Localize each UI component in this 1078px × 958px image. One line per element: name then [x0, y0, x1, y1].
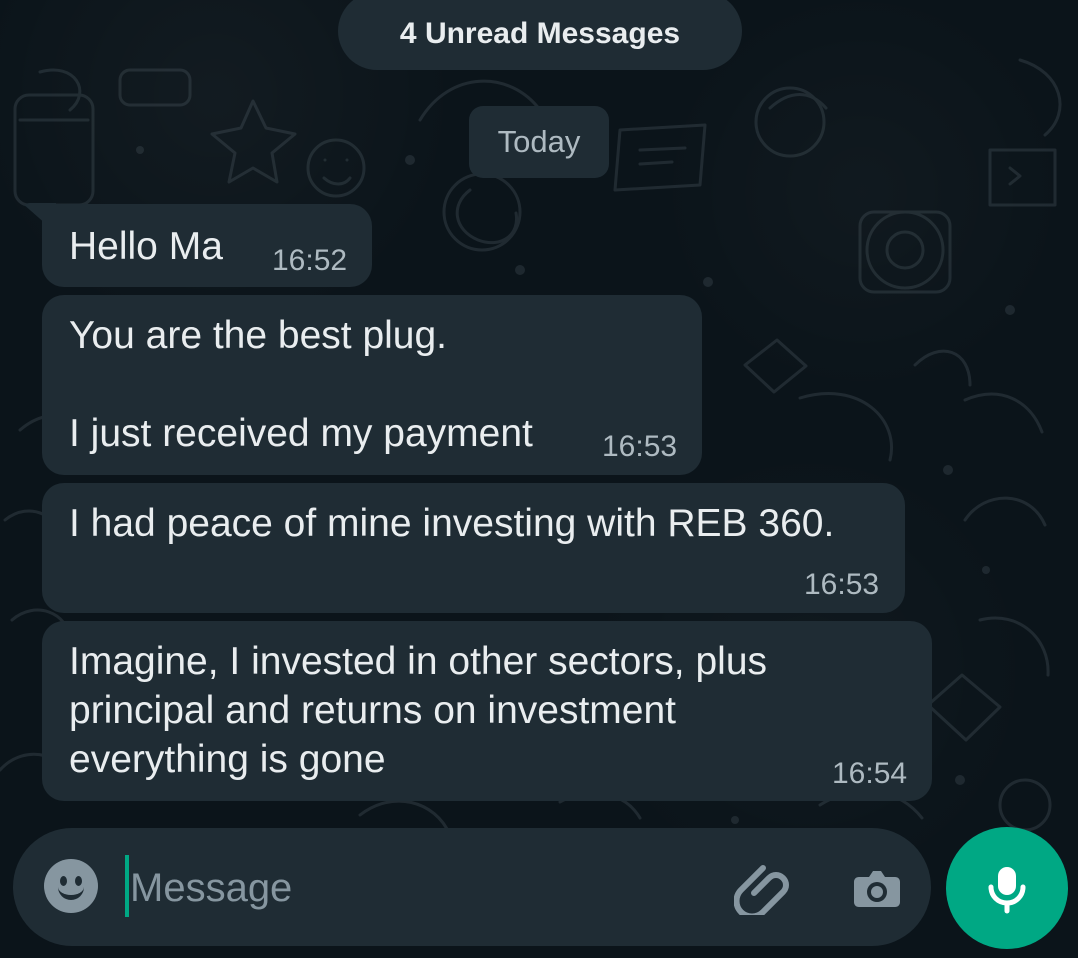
message-time: 16:53	[602, 430, 678, 463]
message-text: I had peace of mine investing with REB 3…	[69, 502, 835, 545]
message-bubble[interactable]: You are the best plug. I just received m…	[42, 295, 702, 475]
text-cursor	[125, 855, 129, 917]
camera-button[interactable]	[842, 852, 912, 922]
microphone-icon	[988, 867, 1026, 914]
message-time: 16:53	[804, 568, 880, 601]
unread-messages-indicator: 4 Unread Messages	[338, 0, 742, 70]
paperclip-icon	[734, 865, 789, 915]
message-composer	[13, 828, 931, 946]
message-input[interactable]	[130, 859, 650, 917]
emoji-icon[interactable]	[44, 859, 98, 913]
date-separator: Today	[469, 106, 609, 178]
voice-message-button[interactable]	[946, 827, 1068, 949]
message-bubble[interactable]: Hello Ma 16:52	[42, 204, 372, 287]
attachment-button[interactable]	[727, 852, 797, 922]
message-bubble[interactable]: Imagine, I invested in other sectors, pl…	[42, 621, 932, 801]
message-bubble[interactable]: I had peace of mine investing with REB 3…	[42, 483, 905, 613]
message-text: Hello Ma	[69, 225, 223, 268]
message-time: 16:52	[272, 244, 348, 277]
message-text: Imagine, I invested in other sectors, pl…	[69, 640, 768, 781]
message-time: 16:54	[832, 757, 908, 790]
camera-icon	[854, 871, 900, 907]
message-text: You are the best plug. I just received m…	[69, 314, 533, 455]
emoji-mouth	[58, 887, 84, 900]
